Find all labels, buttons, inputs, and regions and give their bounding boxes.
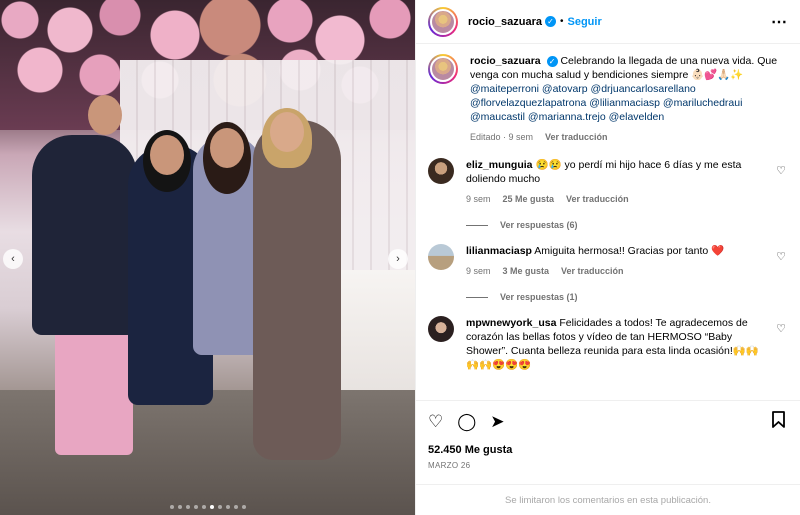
comments-section: rocio_sazuara ✓ Celebrando la llegada de… — [416, 44, 800, 399]
separator-dot: • — [559, 16, 564, 27]
comment-like-heart-icon[interactable]: ♡ — [770, 158, 786, 206]
caption-author-avatar[interactable] — [428, 54, 458, 84]
carousel-dot — [201, 505, 206, 509]
post-actions: ♡ ◯ ➤ 52.450 Me gusta MARZO 26 — [416, 400, 800, 470]
carousel-dot — [217, 505, 222, 509]
person-2-head — [150, 135, 184, 175]
post-date: MARZO 26 — [428, 461, 471, 470]
carousel-dot — [169, 505, 174, 509]
carousel-dot — [177, 505, 182, 509]
comment-like-heart-icon[interactable]: ♡ — [770, 316, 786, 372]
comment-username[interactable]: mpwnewyork_usa — [466, 317, 556, 329]
comment-item: eliz_munguia 😢😢 yo perdí mi hijo hace 6 … — [428, 158, 786, 206]
comment-bubble-icon[interactable]: ◯ — [457, 412, 476, 431]
commenter-avatar[interactable] — [428, 244, 454, 270]
comment-text: Amiguita hermosa!! Gracias por tanto ❤️ — [534, 245, 725, 257]
person-4 — [253, 120, 341, 460]
comment-username[interactable]: eliz_munguia — [466, 159, 533, 171]
carousel-dot — [185, 505, 190, 509]
save-bookmark-icon[interactable] — [771, 411, 786, 432]
commenter-avatar[interactable] — [428, 316, 454, 342]
carousel-dot — [233, 505, 238, 509]
verified-badge-icon: ✓ — [546, 55, 558, 67]
comment-item: mpwnewyork_usa Felicidades a todos! Te a… — [428, 316, 786, 372]
comment-like-heart-icon[interactable]: ♡ — [770, 244, 786, 278]
like-heart-icon[interactable]: ♡ — [428, 412, 443, 431]
view-replies-button[interactable]: Ver respuestas (6) — [466, 220, 786, 230]
person-3-head — [210, 128, 244, 168]
carousel-dots — [0, 505, 415, 509]
comment-translate-link[interactable]: Ver traducción — [566, 192, 629, 206]
caption-username[interactable]: rocio_sazuara — [470, 55, 541, 67]
carousel-dot — [241, 505, 246, 509]
carousel-next-button[interactable]: › — [388, 249, 408, 269]
instagram-post: ‹ › rocio_sazuara ✓ • Seguir ⋯ rocio_saz… — [0, 0, 800, 515]
post-caption: rocio_sazuara ✓ Celebrando la llegada de… — [428, 54, 786, 144]
comment-age: 9 sem — [466, 194, 491, 204]
comment-age: 9 sem — [466, 266, 491, 276]
likes-count[interactable]: 52.450 Me gusta — [428, 444, 786, 456]
comment-translate-link[interactable]: Ver traducción — [561, 264, 624, 278]
chevron-left-icon: ‹ — [11, 253, 15, 265]
author-username[interactable]: rocio_sazuara — [468, 16, 542, 28]
more-options-icon[interactable]: ⋯ — [771, 12, 788, 32]
verified-badge-icon: ✓ — [544, 16, 556, 27]
post-header: rocio_sazuara ✓ • Seguir ⋯ — [416, 0, 800, 44]
comments-limited-notice: Se limitaron los comentarios en esta pub… — [416, 484, 800, 515]
caption-translate-link[interactable]: Ver traducción — [545, 130, 608, 144]
comment-likes[interactable]: 3 Me gusta — [503, 264, 550, 278]
person-1 — [32, 135, 137, 335]
view-replies-button[interactable]: Ver respuestas (1) — [466, 292, 786, 302]
caption-edited-age: Editado · 9 sem — [470, 132, 534, 142]
post-side-panel: rocio_sazuara ✓ • Seguir ⋯ rocio_sazuara… — [415, 0, 800, 515]
person-4-head — [270, 112, 304, 152]
carousel-prev-button[interactable]: ‹ — [3, 249, 23, 269]
comment-username[interactable]: lilianmaciasp — [466, 245, 532, 257]
author-avatar[interactable] — [428, 6, 458, 37]
carousel-dot — [225, 505, 230, 509]
carousel-dot — [209, 505, 214, 509]
caption-mentions[interactable]: @maiteperroni @atovarp @drjuancarlosarel… — [470, 82, 786, 124]
carousel-dot — [193, 505, 198, 509]
commenter-avatar[interactable] — [428, 158, 454, 184]
person-1-head — [88, 95, 122, 135]
share-send-icon[interactable]: ➤ — [490, 412, 504, 431]
comment-likes[interactable]: 25 Me gusta — [503, 192, 555, 206]
follow-button[interactable]: Seguir — [568, 16, 602, 28]
post-photo[interactable]: ‹ › — [0, 0, 415, 515]
chevron-right-icon: › — [396, 253, 400, 265]
comment-item: lilianmaciasp Amiguita hermosa!! Gracias… — [428, 244, 786, 278]
